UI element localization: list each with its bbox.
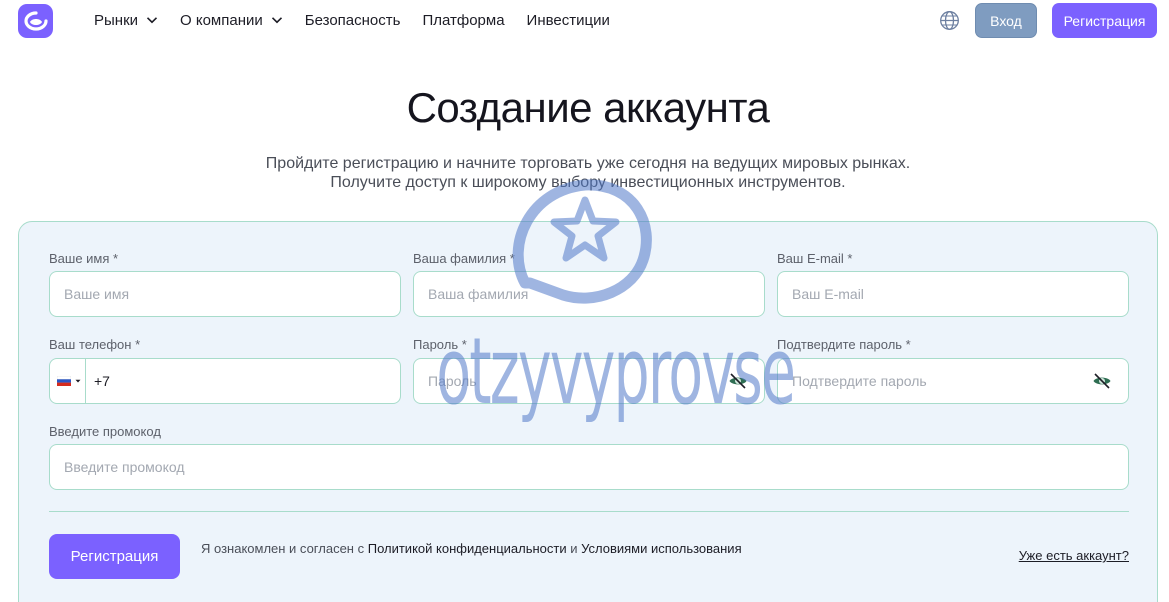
subtitle-line: Получите доступ к широкому выбору инвест…	[330, 174, 846, 191]
register-header-button[interactable]: Регистрация	[1052, 3, 1157, 38]
login-button[interactable]: Вход	[975, 3, 1037, 38]
first-name-placeholder: Ваше имя	[64, 286, 130, 302]
password-input[interactable]: Пароль	[413, 358, 765, 404]
phone-value: +7	[94, 373, 110, 389]
eye-hidden-icon[interactable]	[728, 372, 748, 390]
confirm-password-label: Подтвердите пароль *	[777, 337, 911, 352]
main-nav: Рынки О компании Безопасность Платформа …	[94, 0, 632, 40]
agree-text: и	[566, 541, 582, 556]
globe-icon[interactable]	[939, 10, 960, 31]
page-title: Создание аккаунта	[406, 84, 770, 131]
top-navigation: Рынки О компании Безопасность Платформа …	[0, 0, 1169, 44]
country-selector[interactable]	[50, 359, 86, 403]
privacy-policy-link[interactable]: Политикой конфиденциальности	[368, 541, 567, 556]
phone-input[interactable]: +7	[49, 358, 401, 404]
nav-item-security[interactable]: Безопасность	[305, 12, 401, 29]
caret-down-icon	[75, 379, 81, 383]
brand-logo-icon[interactable]	[18, 4, 53, 38]
have-account-link[interactable]: Уже есть аккаунт?	[1019, 548, 1129, 563]
form-divider	[49, 511, 1129, 512]
russia-flag-icon	[57, 376, 71, 386]
nav-item-investments[interactable]: Инвестиции	[527, 12, 610, 29]
agree-text: Я ознакомлен и согласен с	[201, 541, 368, 556]
first-name-label: Ваше имя *	[49, 251, 119, 266]
email-input[interactable]: Ваш E-mail	[777, 271, 1129, 317]
registration-form: Ваше имя * Ваше имя Ваша фамилия * Ваша …	[18, 221, 1158, 602]
terms-agreement: Я ознакомлен и согласен с Политикой конф…	[201, 541, 742, 556]
email-placeholder: Ваш E-mail	[792, 286, 864, 302]
first-name-input[interactable]: Ваше имя	[49, 271, 401, 317]
nav-item-label: Безопасность	[304, 11, 401, 29]
nav-item-platform[interactable]: Платформа	[422, 12, 504, 29]
chevron-down-icon	[146, 14, 158, 26]
promo-input[interactable]: Введите промокод	[49, 444, 1129, 490]
promo-placeholder: Введите промокод	[64, 459, 185, 475]
email-label: Ваш E-mail *	[777, 251, 853, 266]
last-name-input[interactable]: Ваша фамилия	[413, 271, 765, 317]
chevron-down-icon	[271, 14, 283, 26]
eye-hidden-icon[interactable]	[1092, 372, 1112, 390]
page-subtitle: Пройдите регистрацию и начните торговать…	[0, 154, 1169, 192]
nav-item-about[interactable]: О компании	[180, 12, 283, 29]
register-submit-button[interactable]: Регистрация	[49, 534, 180, 579]
promo-label: Введите промокод	[49, 424, 161, 439]
phone-label: Ваш телефон *	[49, 337, 141, 352]
confirm-password-input[interactable]: Подтвердите пароль	[777, 358, 1129, 404]
nav-item-label: Платформа	[422, 11, 505, 29]
terms-of-use-link[interactable]: Условиями использования	[581, 541, 742, 556]
last-name-placeholder: Ваша фамилия	[428, 286, 529, 302]
password-label: Пароль *	[413, 337, 467, 352]
subtitle-line: Пройдите регистрацию и начните торговать…	[265, 155, 911, 172]
nav-item-label: О компании	[180, 11, 263, 29]
nav-item-label: Инвестиции	[526, 11, 610, 29]
nav-item-label: Рынки	[94, 11, 139, 29]
last-name-label: Ваша фамилия *	[413, 251, 515, 266]
confirm-password-placeholder: Подтвердите пароль	[792, 373, 927, 389]
nav-item-markets[interactable]: Рынки	[94, 12, 158, 29]
password-placeholder: Пароль	[428, 373, 477, 389]
